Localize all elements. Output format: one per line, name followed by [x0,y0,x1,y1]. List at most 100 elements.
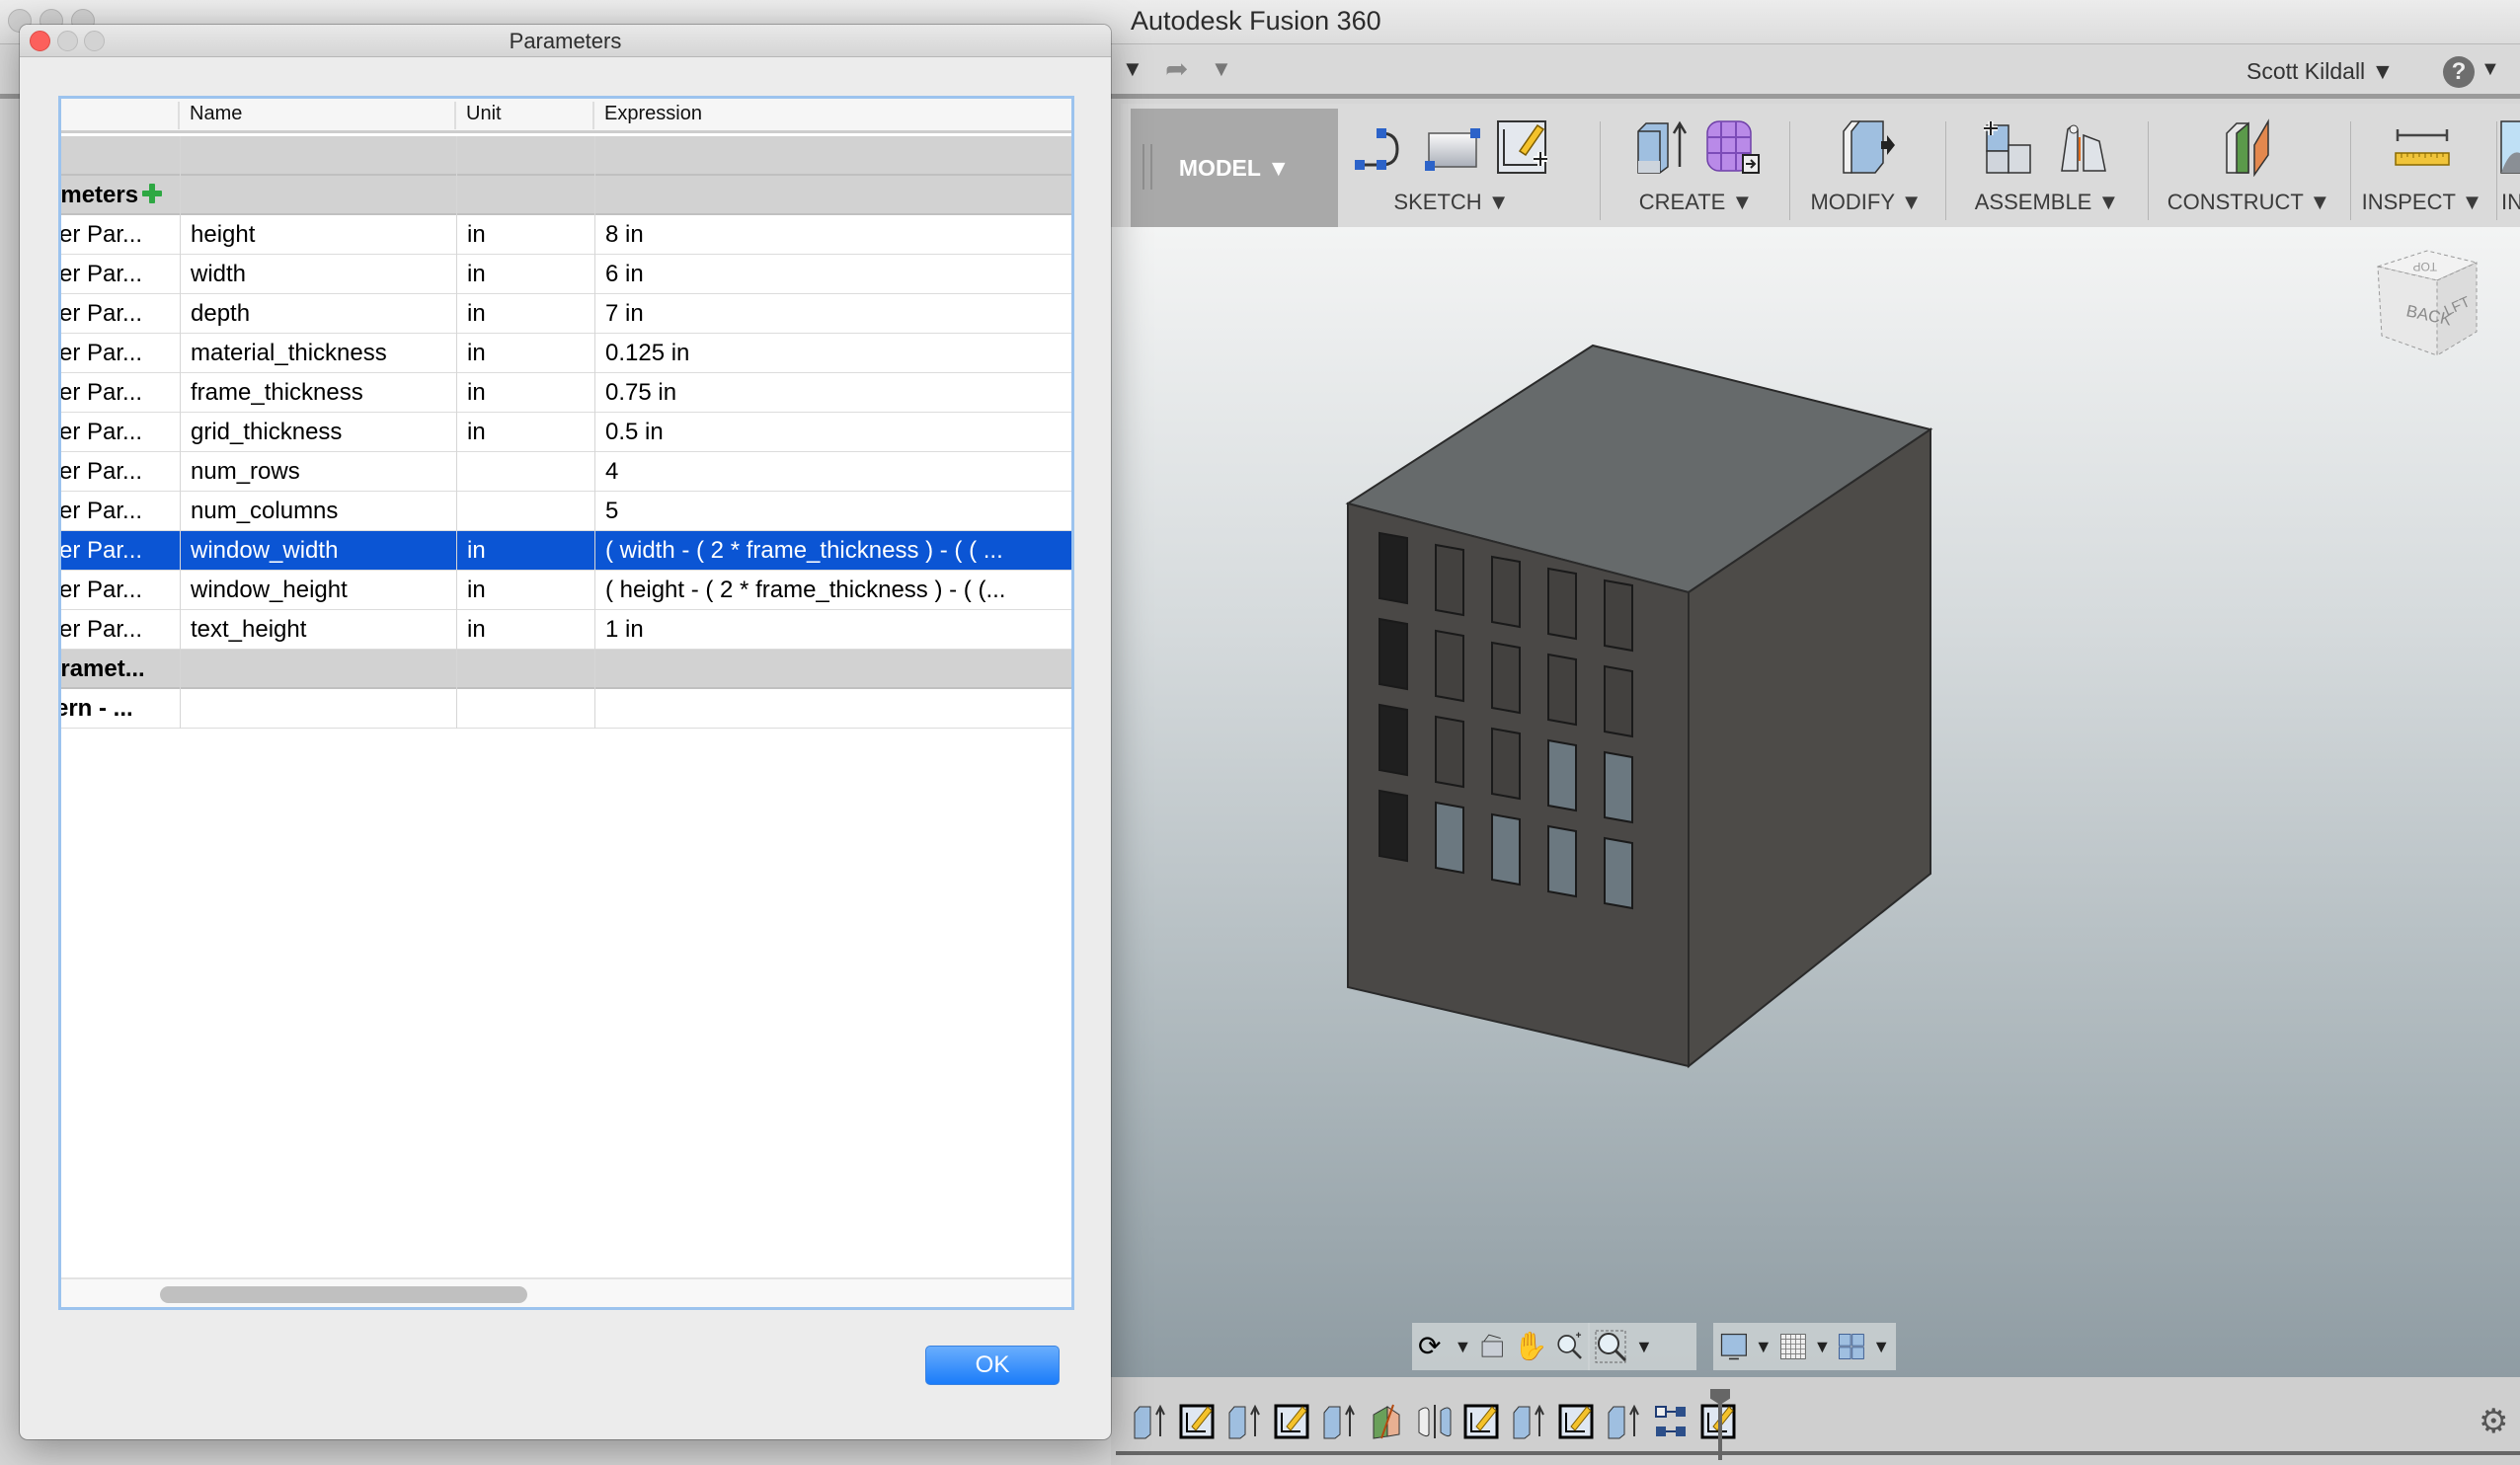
toolbar-group-create[interactable]: CREATE ▼ [1605,112,1787,227]
row-name: window_width [180,531,456,571]
zoom-icon[interactable] [1554,1329,1584,1364]
row-name-text: frame_thickness [191,379,363,406]
row-name-text: width [191,261,247,287]
timeline-sketch-icon[interactable] [1557,1403,1597,1440]
column-header-expression[interactable]: Expression [604,103,702,125]
orbit-icon[interactable]: ⟳ [1418,1329,1448,1364]
table-row[interactable]: tern - ... [61,689,1071,729]
navigation-bar: ⟳ ▼ ✋ [1412,1323,1590,1370]
new-component-icon[interactable] [1983,116,2040,177]
horizontal-scrollbar[interactable] [61,1277,1071,1307]
timeline-sketch-icon[interactable] [1462,1403,1502,1440]
insert-image-icon[interactable] [2499,116,2520,177]
grid-dropdown-icon[interactable]: ▼ [1814,1337,1832,1357]
column-header-name[interactable]: Name [190,103,242,125]
timeline-extrude-icon[interactable] [1225,1403,1265,1440]
toolbar-grip-icon[interactable] [1142,144,1152,190]
timeline-extrude-icon[interactable] [1510,1403,1549,1440]
building-model[interactable] [1338,331,1950,1081]
table-row[interactable]: ser Par... material_thickness in 0.125 in [61,334,1071,373]
table-row[interactable]: ser Par... width in 6 in [61,255,1071,294]
timeline-extrude-icon[interactable] [1131,1403,1170,1440]
toolbar-group-assemble[interactable]: ASSEMBLE ▼ [1948,112,2146,227]
table-row[interactable]: ser Par... grid_thickness in 0.5 in [61,413,1071,452]
fit-dropdown-icon[interactable]: ▼ [1635,1337,1653,1357]
table-row[interactable]: ser Par... height in 8 in [61,215,1071,255]
table-group-row[interactable]: ameters [61,176,1071,215]
row-name-text: num_columns [191,498,339,524]
create-form-icon[interactable] [1703,116,1761,177]
table-group-row[interactable]: aramet... [61,650,1071,689]
timeline-mirror-icon[interactable] [1415,1403,1455,1440]
grid-icon[interactable] [1778,1329,1808,1364]
table-row[interactable]: ser Par... text_height in 1 in [61,610,1071,650]
timeline-playhead[interactable] [1718,1395,1722,1460]
redo-dropdown-icon[interactable]: ▼ [1211,56,1232,82]
table-row[interactable]: ser Par... depth in 7 in [61,294,1071,334]
timeline-extrude-icon[interactable] [1320,1403,1360,1440]
scrollbar-thumb[interactable] [160,1286,527,1303]
toolbar-group-construct[interactable]: CONSTRUCT ▼ [2153,112,2345,227]
row-name: window_height [180,571,456,610]
workspace-switcher[interactable]: MODEL ▼ [1131,109,1338,227]
viewports-dropdown-icon[interactable]: ▼ [1872,1337,1890,1357]
gear-icon[interactable]: ⚙ [2479,1402,2508,1441]
table-row[interactable]: ser Par... frame_thickness in 0.75 in [61,373,1071,413]
timeline-pattern-icon[interactable] [1652,1403,1692,1440]
extrude-icon[interactable] [1632,116,1690,177]
row-name [180,689,456,729]
user-menu[interactable]: Scott Kildall ▼ [2246,58,2394,85]
row-category: ser Par... [61,452,180,492]
toolbar-group-insert[interactable]: INSE [2499,112,2520,227]
column-divider[interactable] [454,102,456,129]
window-opening [1491,641,1521,715]
timeline-construct-icon[interactable] [1368,1403,1407,1440]
row-category-text: ser Par... [61,616,143,643]
toolbar-group-modify[interactable]: MODIFY ▼ [1792,112,1940,227]
toolbar-group-sketch[interactable]: SKETCH ▼ [1348,112,1555,227]
table-row[interactable]: ser Par... num_rows 4 [61,452,1071,492]
timeline-sketch-icon[interactable] [1273,1403,1312,1440]
toolbar-group-label: ASSEMBLE ▼ [1974,190,2120,214]
timeline-sketch-icon[interactable] [1178,1403,1218,1440]
joint-icon[interactable] [2054,116,2111,177]
row-category: ser Par... [61,492,180,531]
row-unit: in [456,413,594,452]
table-row[interactable]: ser Par... num_columns 5 [61,492,1071,531]
create-sketch-icon[interactable] [1494,116,1551,177]
display-settings-icon[interactable] [1719,1329,1749,1364]
ok-button[interactable]: OK [925,1346,1060,1385]
pan-icon[interactable]: ✋ [1514,1329,1548,1364]
column-divider[interactable] [592,102,594,129]
fit-tools: ▼ [1588,1323,1696,1370]
parameters-table[interactable]: Name Unit Expression s ameters ser Par... h… [58,96,1074,1310]
add-parameter-icon[interactable] [142,184,162,203]
table-row[interactable]: ser Par... window_width in ( width - ( 2 * … [61,531,1071,571]
redo-icon[interactable]: ➦ [1165,52,1188,85]
timeline-extrude-icon[interactable] [1605,1403,1644,1440]
table-row[interactable]: ser Par... window_height in ( height - ( 2 … [61,571,1071,610]
offset-plane-icon[interactable] [2221,116,2278,177]
orbit-dropdown-icon[interactable]: ▼ [1454,1337,1471,1357]
table-group-row[interactable]: s [61,136,1071,176]
look-at-icon[interactable] [1477,1329,1507,1364]
window-opening [1547,653,1577,727]
display-settings-dropdown-icon[interactable]: ▼ [1755,1337,1772,1357]
press-pull-icon[interactable] [1838,116,1895,177]
dialog-titlebar[interactable]: Parameters [20,25,1111,57]
measure-icon[interactable] [2394,116,2451,177]
column-divider[interactable] [178,102,180,129]
column-header-unit[interactable]: Unit [466,103,502,125]
row-category: ameters [61,176,180,215]
help-icon[interactable]: ? [2443,56,2475,88]
undo-dropdown-icon[interactable]: ▼ [1122,56,1143,82]
sketch-spline-icon[interactable] [1352,116,1409,177]
viewports-icon[interactable] [1837,1329,1866,1364]
row-unit-text: in [467,537,486,564]
viewcube[interactable]: BACK LFT TOP [2368,237,2496,365]
sketch-rectangle-icon[interactable] [1423,116,1480,177]
fit-icon[interactable] [1594,1329,1629,1364]
help-dropdown-icon[interactable]: ▼ [2481,58,2500,81]
window-opening [1378,531,1408,605]
toolbar-group-inspect[interactable]: INSPECT ▼ [2353,112,2491,227]
